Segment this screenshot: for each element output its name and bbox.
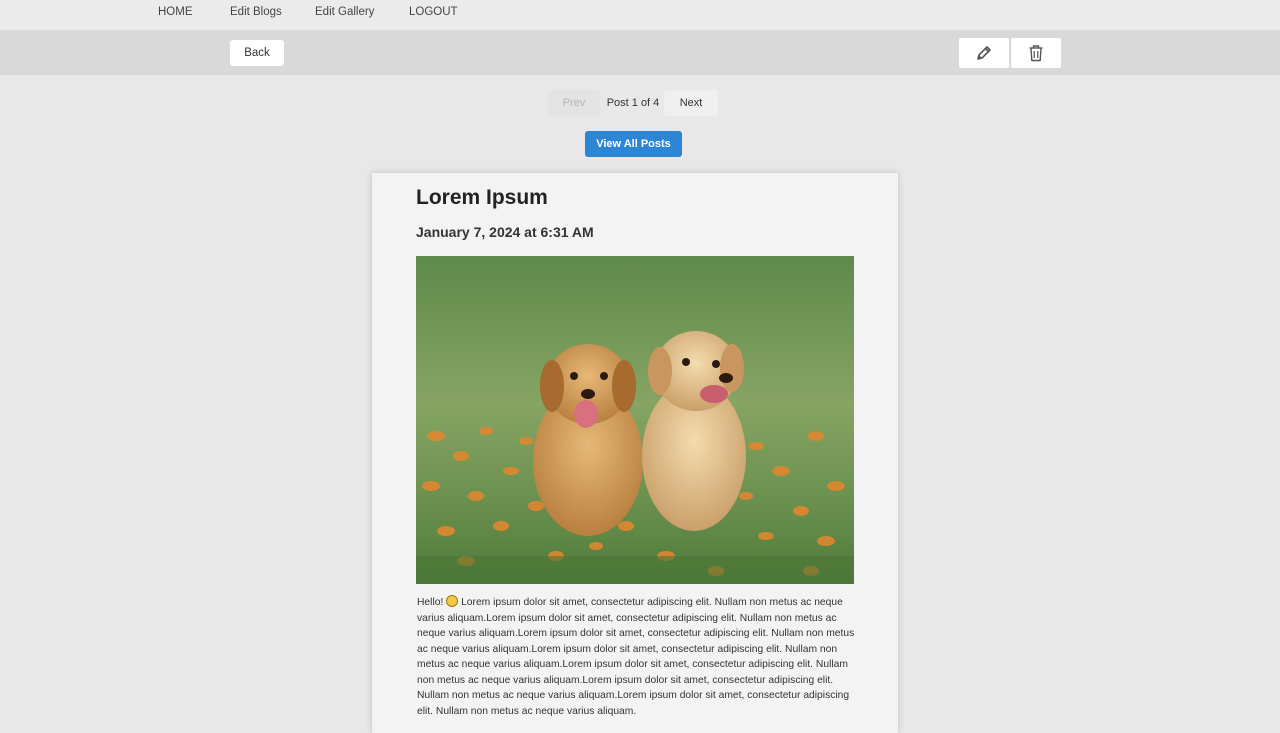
post-pager: Prev Post 1 of 4 Next [0,90,1280,118]
top-nav: HOME Edit Blogs Edit Gallery LOGOUT [0,0,1280,30]
grinning-face-emoji-icon [446,595,459,607]
post-title: Lorem Ipsum [416,186,548,209]
nav-logout-link[interactable]: LOGOUT [409,6,458,18]
back-button[interactable]: Back [230,40,284,66]
next-button[interactable]: Next [664,90,718,116]
post-toolbar: Back [0,30,1280,75]
post-body-text: Lorem ipsum dolor sit amet, consectetur … [417,597,855,717]
view-all-posts-button[interactable]: View All Posts [585,131,682,157]
two-puppies-photo [416,256,854,584]
pencil-icon [977,46,991,60]
nav-edit-blogs-link[interactable]: Edit Blogs [230,6,282,18]
edit-post-button[interactable] [959,38,1009,68]
post-image [416,256,854,584]
nav-edit-gallery-link[interactable]: Edit Gallery [315,6,374,18]
nav-home-link[interactable]: HOME [158,6,193,18]
post-card: Lorem Ipsum January 7, 2024 at 6:31 AM H… [372,173,898,733]
post-greeting: Hello! [417,597,444,608]
delete-post-button[interactable] [1011,38,1061,68]
post-position-label: Post 1 of 4 [606,97,660,109]
prev-button[interactable]: Prev [548,90,600,116]
trash-icon [1029,45,1043,62]
post-body: Hello! Lorem ipsum dolor sit amet, conse… [417,595,855,719]
post-date: January 7, 2024 at 6:31 AM [416,224,594,240]
